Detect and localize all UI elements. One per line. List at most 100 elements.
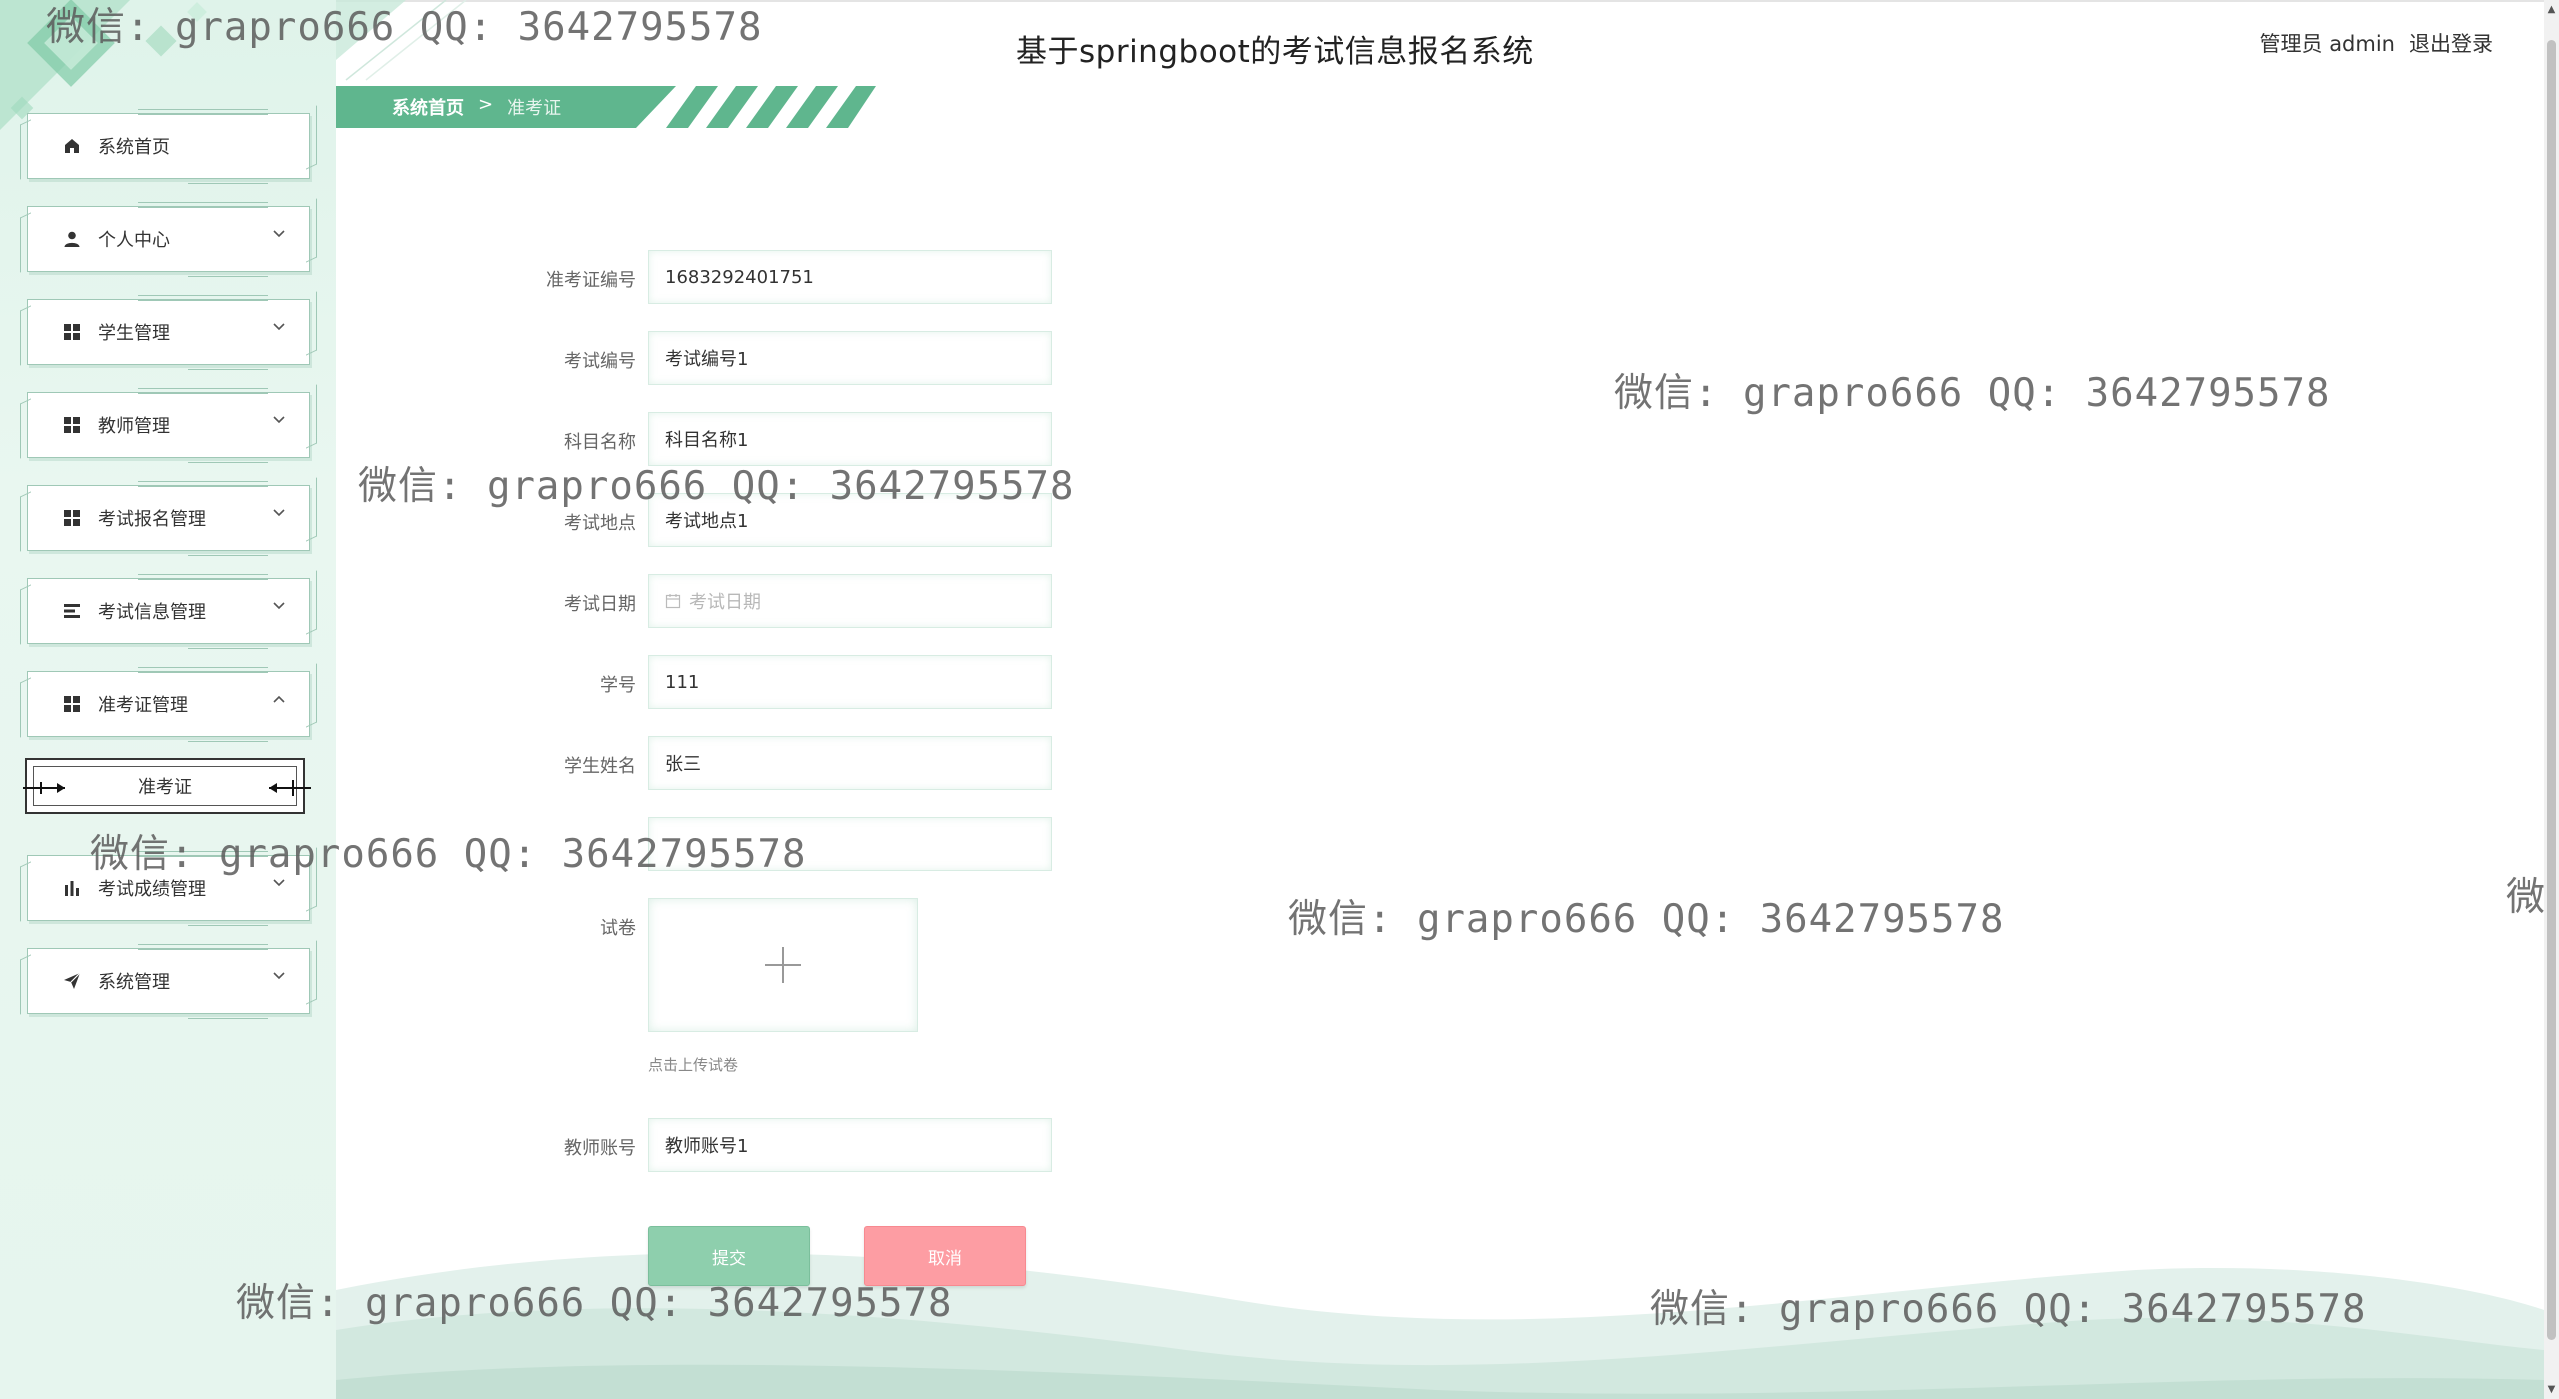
menu-item-decoration — [188, 736, 268, 742]
obscured-field[interactable] — [648, 817, 1052, 871]
home-icon — [62, 136, 82, 156]
form-row-subject-name: 科目名称 科目名称1 — [336, 412, 1336, 468]
menu-item-decoration — [188, 643, 268, 649]
teacher-account-field[interactable]: 教师账号1 — [648, 1118, 1052, 1172]
menu-item-decoration — [138, 851, 268, 857]
sidebar-item-exam-scores[interactable]: 考试成绩管理 — [27, 851, 310, 926]
menu-item-decoration — [188, 1013, 268, 1019]
form-row-obscured — [336, 817, 1336, 873]
sidebar-item-personal-center[interactable]: 个人中心 — [27, 202, 310, 277]
chevron-down-icon — [271, 875, 287, 891]
chevron-down-icon — [271, 412, 287, 428]
menu-item-decoration — [188, 920, 268, 926]
menu-item-decoration — [138, 574, 268, 580]
exam-paper-upload[interactable] — [648, 898, 918, 1032]
exam-number-label: 考试编号 — [564, 351, 636, 372]
ticket-number-field[interactable]: 1683292401751 — [648, 250, 1052, 304]
upload-tip: 点击上传试卷 — [648, 1056, 739, 1074]
teacher-account-label: 教师账号 — [564, 1138, 636, 1159]
calendar-icon — [665, 594, 681, 609]
sidebar-item-label: 学生管理 — [98, 323, 170, 344]
watermark: 微信: grapro666 QQ: 3642795578 — [1614, 371, 2331, 416]
menu-item-decoration — [138, 944, 268, 950]
admin-user-label: 管理员 admin — [2259, 32, 2395, 56]
menu-item-decoration — [188, 457, 268, 463]
plus-icon — [765, 947, 801, 983]
form-actions: 提交 取消 — [336, 1226, 1336, 1288]
chevron-down-icon — [271, 319, 287, 335]
sidebar: 系统首页 个人中心 学生管理 教师管理 考试报名管理 考试信息管理 准考证管理 … — [0, 0, 336, 1399]
student-name-field[interactable]: 张三 — [648, 736, 1052, 790]
sidebar-item-label: 个人中心 — [98, 230, 170, 251]
student-id-field[interactable]: 111 — [648, 655, 1052, 709]
menu-item-decoration — [138, 388, 268, 394]
sidebar-item-admission-ticket[interactable]: 准考证管理 — [27, 667, 310, 742]
user-area: 管理员 admin 退出登录 — [2260, 28, 2493, 58]
logout-link[interactable]: 退出登录 — [2409, 28, 2493, 58]
chevron-down-icon — [271, 968, 287, 984]
exam-number-field[interactable]: 考试编号1 — [648, 331, 1052, 385]
form-row-teacher-account: 教师账号 教师账号1 — [336, 1118, 1336, 1174]
user-icon — [62, 229, 82, 249]
chevron-down-icon — [271, 505, 287, 521]
chevron-up-icon — [271, 691, 287, 707]
chevron-down-icon — [271, 598, 287, 614]
chevron-down-icon — [271, 226, 287, 242]
form-row-ticket-number: 准考证编号 1683292401751 — [336, 250, 1336, 306]
exam-location-field[interactable]: 考试地点1 — [648, 493, 1052, 547]
ticket-number-label: 准考证编号 — [546, 270, 636, 291]
sidebar-item-system-management[interactable]: 系统管理 — [27, 944, 310, 1019]
exam-date-placeholder: 考试日期 — [689, 592, 761, 613]
cancel-button[interactable]: 取消 — [864, 1226, 1026, 1286]
arrow-left-icon — [269, 780, 311, 796]
exam-location-label: 考试地点 — [564, 513, 636, 534]
form-row-student-id: 学号 111 — [336, 655, 1336, 711]
sidebar-item-student-management[interactable]: 学生管理 — [27, 295, 310, 370]
scroll-down-arrow-icon[interactable]: ▼ — [2544, 1382, 2559, 1397]
menu-item-decoration — [138, 202, 268, 208]
student-id-label: 学号 — [600, 675, 636, 696]
sidebar-item-exam-info[interactable]: 考试信息管理 — [27, 574, 310, 649]
form-row-exam-number: 考试编号 考试编号1 — [336, 331, 1336, 387]
grid-icon — [62, 415, 82, 435]
sidebar-item-exam-registration[interactable]: 考试报名管理 — [27, 481, 310, 556]
menu-item-decoration — [188, 550, 268, 556]
subject-name-field[interactable]: 科目名称1 — [648, 412, 1052, 466]
grid-icon — [62, 322, 82, 342]
exam-date-picker[interactable]: 考试日期 — [648, 574, 1052, 628]
sidebar-item-label: 考试信息管理 — [98, 602, 206, 623]
menu-item-decoration — [138, 109, 268, 115]
sidebar-item-home[interactable]: 系统首页 — [27, 109, 310, 184]
submit-button[interactable]: 提交 — [648, 1226, 810, 1286]
exam-paper-label: 试卷 — [600, 918, 636, 939]
sidebar-item-teacher-management[interactable]: 教师管理 — [27, 388, 310, 463]
menu-item-decoration — [138, 295, 268, 301]
watermark: 微信: grapro666 QQ: 3642795578 — [1288, 897, 2005, 942]
watermark: 微信: grapro666 QQ: 3642795578 — [2506, 875, 2544, 920]
menu-item-decoration — [138, 481, 268, 487]
menu-item-decoration — [188, 364, 268, 370]
sidebar-subitem-admission-ticket[interactable]: 准考证 — [23, 758, 311, 814]
list-icon — [62, 601, 82, 621]
student-name-label: 学生姓名 — [564, 756, 636, 777]
scroll-up-arrow-icon[interactable]: ▲ — [2544, 2, 2559, 17]
sidebar-item-label: 教师管理 — [98, 416, 170, 437]
sidebar-subitem-label: 准考证 — [138, 777, 192, 798]
menu-item-decoration — [188, 271, 268, 277]
exam-date-label: 考试日期 — [564, 594, 636, 615]
form-row-exam-location: 考试地点 考试地点1 — [336, 493, 1336, 549]
menu-item-decoration — [188, 178, 268, 184]
menu-item-decoration — [138, 667, 268, 673]
form-row-exam-paper: 试卷 点击上传试卷 — [336, 898, 1336, 1088]
sidebar-item-label: 系统首页 — [98, 137, 170, 158]
arrow-right-icon — [23, 782, 65, 794]
vertical-scrollbar[interactable]: ▲ ▼ — [2544, 0, 2559, 1399]
sidebar-item-label: 考试成绩管理 — [98, 879, 206, 900]
sidebar-item-label: 系统管理 — [98, 972, 170, 993]
grid-icon — [62, 694, 82, 714]
sidebar-item-label: 准考证管理 — [98, 695, 188, 716]
send-icon — [62, 971, 82, 991]
grid-icon — [62, 508, 82, 528]
scrollbar-thumb[interactable] — [2547, 40, 2556, 1340]
form-row-exam-date: 考试日期 考试日期 — [336, 574, 1336, 630]
